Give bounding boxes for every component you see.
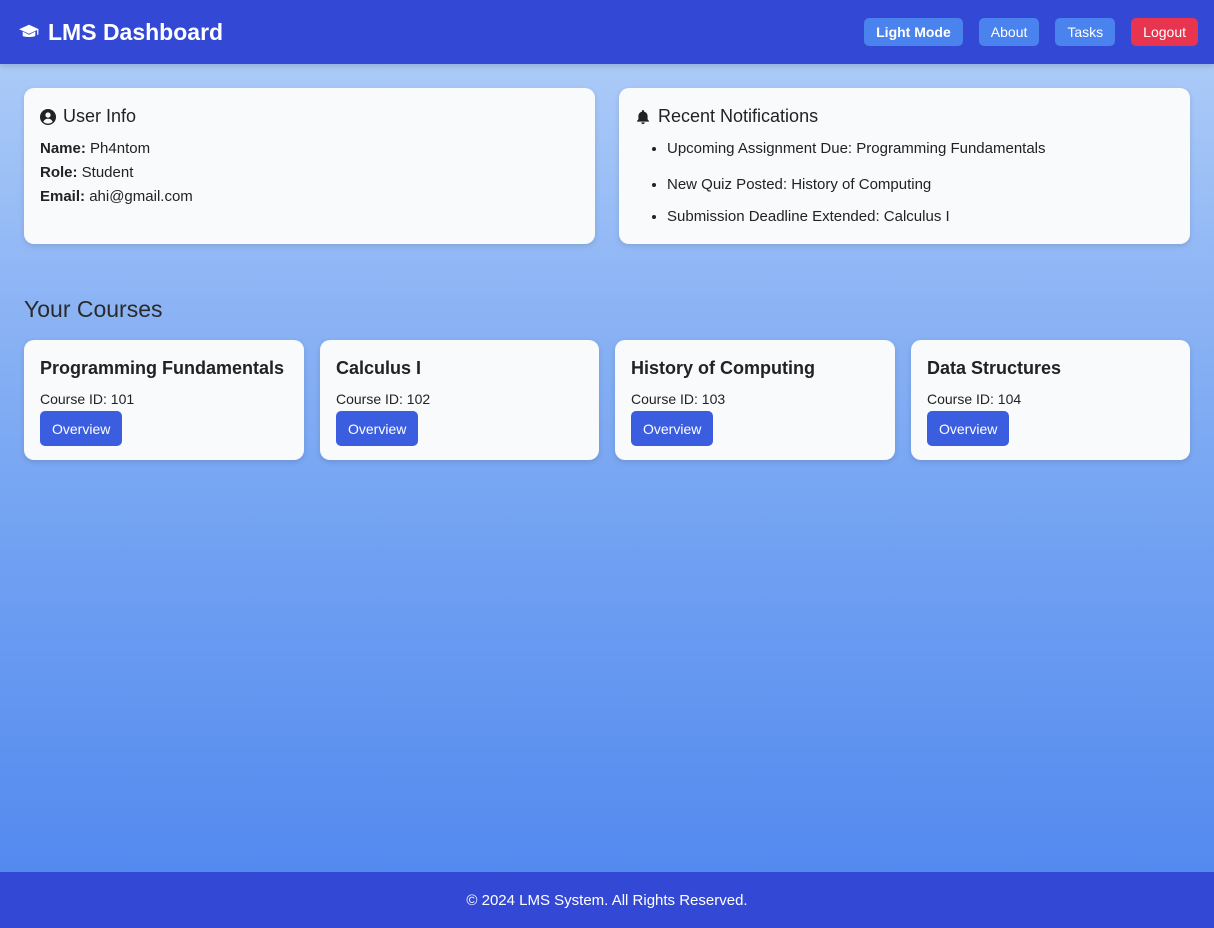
bell-icon bbox=[637, 109, 649, 124]
nav-buttons: Light Mode About Tasks Logout bbox=[864, 18, 1198, 46]
course-card: Calculus I Course ID: 102 Overview bbox=[320, 340, 599, 460]
course-name: Data Structures bbox=[927, 358, 1062, 378]
brand: LMS Dashboard bbox=[18, 19, 223, 46]
course-card: History of Computing Course ID: 103 Over… bbox=[615, 340, 895, 460]
user-email-row: Email: ahi@gmail.com bbox=[40, 185, 579, 209]
course-name: History of Computing bbox=[631, 358, 815, 378]
overview-button[interactable]: Overview bbox=[927, 411, 1010, 446]
course-id: Course ID: 101 bbox=[40, 391, 135, 407]
top-navbar: LMS Dashboard Light Mode About Tasks Log… bbox=[0, 0, 1214, 64]
course-name: Programming Fundamentals bbox=[40, 358, 285, 378]
footer: © 2024 LMS System. All Rights Reserved. bbox=[0, 872, 1214, 928]
tasks-button[interactable]: Tasks bbox=[1055, 18, 1116, 46]
user-details: Name: Ph4ntom Role: Student Email: ahi@g… bbox=[40, 137, 579, 209]
notifications-list: Upcoming Assignment Due: Programming Fun… bbox=[635, 137, 1174, 233]
footer-text: © 2024 LMS System. All Rights Reserved. bbox=[466, 891, 748, 909]
course-card: Data Structures Course ID: 104 Overview bbox=[911, 340, 1190, 460]
overview-button[interactable]: Overview bbox=[40, 411, 123, 446]
graduation-cap-icon bbox=[19, 24, 39, 37]
course-name: Calculus I bbox=[336, 358, 422, 378]
overview-button[interactable]: Overview bbox=[336, 411, 419, 446]
courses-section-title: Your Courses bbox=[24, 296, 163, 322]
user-name-row: Name: Ph4ntom bbox=[40, 137, 579, 161]
user-name-value: Ph4ntom bbox=[90, 140, 151, 157]
course-id: Course ID: 102 bbox=[336, 391, 431, 407]
user-info-title: User Info bbox=[63, 106, 137, 126]
course-id: Course ID: 103 bbox=[631, 391, 726, 407]
user-info-heading: User Info bbox=[40, 106, 579, 127]
user-circle-icon bbox=[40, 108, 56, 125]
user-role-row: Role: Student bbox=[40, 161, 579, 185]
course-card: Programming Fundamentals Course ID: 101 … bbox=[24, 340, 304, 460]
name-label: Name: bbox=[40, 140, 86, 157]
user-email-value: ahi@gmail.com bbox=[89, 188, 193, 205]
role-label: Role: bbox=[40, 164, 78, 181]
user-role-value: Student bbox=[81, 164, 134, 181]
logout-button[interactable]: Logout bbox=[1131, 18, 1198, 46]
notifications-card: Recent Notifications Upcoming Assignment… bbox=[619, 88, 1190, 244]
app-title: LMS Dashboard bbox=[48, 18, 224, 45]
notification-item: New Quiz Posted: History of Computing bbox=[667, 169, 1174, 201]
notifications-heading: Recent Notifications bbox=[635, 106, 1174, 127]
user-info-card: User Info Name: Ph4ntom Role: Student Em… bbox=[24, 88, 595, 244]
notifications-title: Recent Notifications bbox=[658, 106, 819, 126]
about-button[interactable]: About bbox=[978, 18, 1040, 46]
notification-item: Upcoming Assignment Due: Programming Fun… bbox=[667, 137, 1174, 161]
notification-item: Submission Deadline Extended: Calculus I bbox=[667, 201, 1174, 233]
course-id: Course ID: 104 bbox=[927, 391, 1022, 407]
light-mode-button[interactable]: Light Mode bbox=[864, 18, 963, 46]
overview-button[interactable]: Overview bbox=[631, 411, 714, 446]
email-label: Email: bbox=[40, 188, 86, 205]
